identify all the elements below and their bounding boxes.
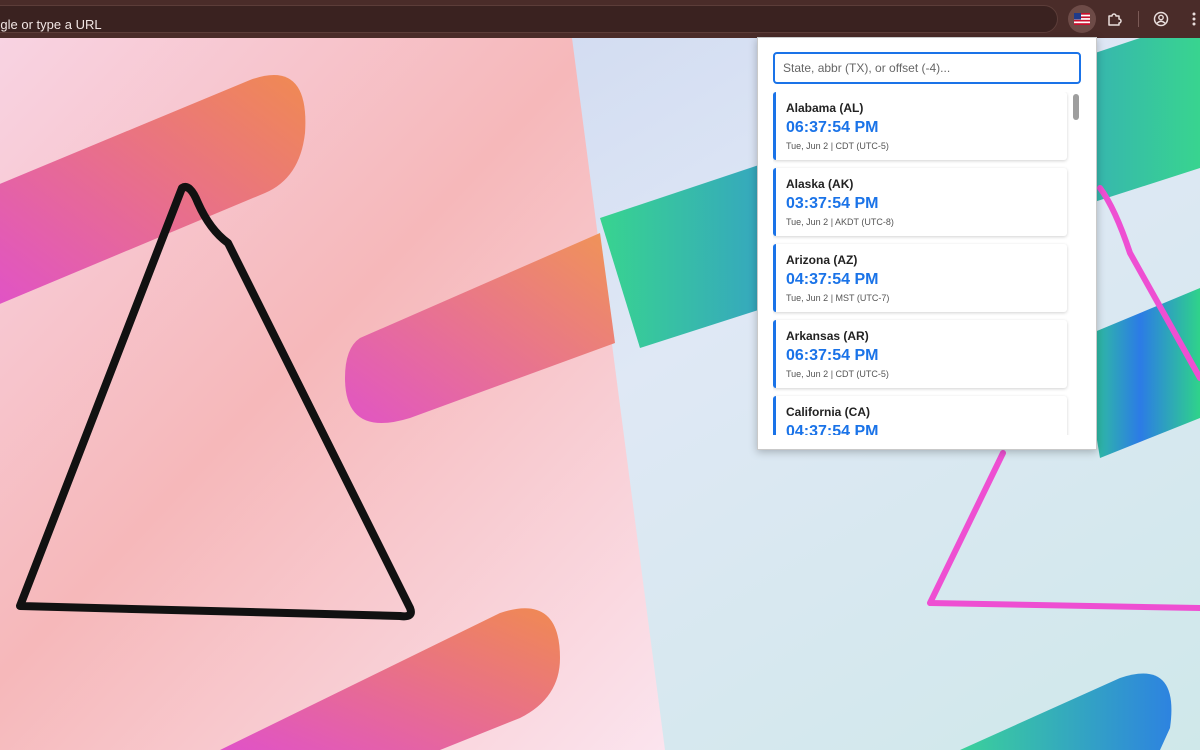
state-name: Alaska (AK) [786,177,854,191]
puzzle-icon [1108,13,1122,26]
state-card-alabama[interactable]: Alabama (AL) 06:37:54 PM Tue, Jun 2 | CD… [773,92,1067,160]
list-scrollbar-thumb[interactable] [1073,94,1079,120]
state-card-california[interactable]: California (CA) 04:37:54 PM [773,396,1067,435]
state-date-zone: Tue, Jun 2 | CDT (UTC-5) [786,369,889,379]
state-name: Arizona (AZ) [786,253,858,267]
timezone-extension-button[interactable] [1068,5,1096,33]
list-scrollbar[interactable] [1071,92,1081,435]
state-card-alaska[interactable]: Alaska (AK) 03:37:54 PM Tue, Jun 2 | AKD… [773,168,1067,236]
extensions-button[interactable] [1100,5,1128,33]
state-card-arizona[interactable]: Arizona (AZ) 04:37:54 PM Tue, Jun 2 | MS… [773,244,1067,312]
state-time: 03:37:54 PM [786,195,879,212]
state-name: Arkansas (AR) [786,329,869,343]
state-name: Alabama (AL) [786,101,864,115]
us-flag-icon [1074,13,1090,25]
profile-button[interactable] [1147,5,1175,33]
state-date-zone: Tue, Jun 2 | AKDT (UTC-8) [786,217,894,227]
state-time-list[interactable]: Alabama (AL) 06:37:54 PM Tue, Jun 2 | CD… [773,92,1083,435]
browser-toolbar: h Google or type a URL [0,0,1200,38]
kebab-menu-icon [1192,12,1196,26]
state-time: 04:37:54 PM [786,423,879,435]
address-bar[interactable]: h Google or type a URL [0,5,1058,33]
state-time: 06:37:54 PM [786,119,879,136]
browser-menu-button[interactable] [1180,5,1200,33]
profile-icon [1153,11,1169,27]
state-name: California (CA) [786,405,870,419]
state-search-input[interactable] [773,52,1081,84]
address-bar-text: h Google or type a URL [0,17,102,32]
state-time: 06:37:54 PM [786,347,879,364]
toolbar-separator [1138,11,1139,27]
state-date-zone: Tue, Jun 2 | CDT (UTC-5) [786,141,889,151]
timezone-popup: Alabama (AL) 06:37:54 PM Tue, Jun 2 | CD… [757,37,1097,450]
state-date-zone: Tue, Jun 2 | MST (UTC-7) [786,293,890,303]
state-time: 04:37:54 PM [786,271,879,288]
state-card-arkansas[interactable]: Arkansas (AR) 06:37:54 PM Tue, Jun 2 | C… [773,320,1067,388]
